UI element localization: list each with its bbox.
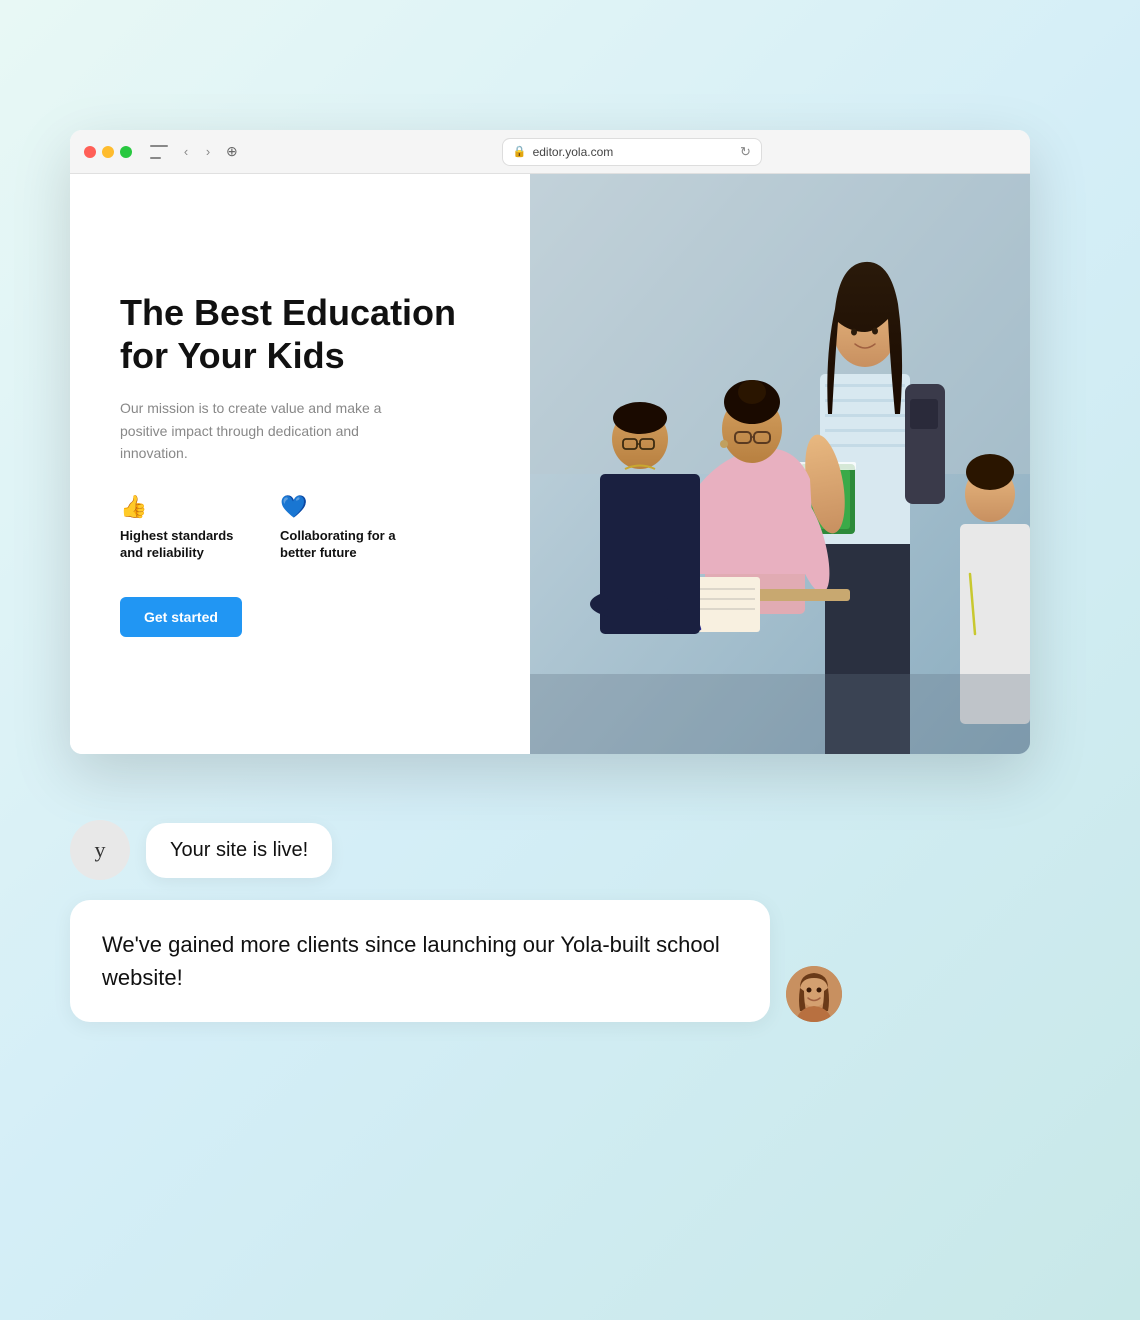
features-row: 👍 Highest standards and reliability 💙 Co… [120,494,480,562]
yola-avatar: y [70,820,130,880]
left-panel: The Best Education for Your Kids Our mis… [70,174,530,754]
chat-message-1-text: Your site is live! [170,839,308,861]
url-text: editor.yola.com [533,145,614,159]
chat-bubble-1: Your site is live! [146,823,332,878]
hero-title: The Best Education for Your Kids [120,291,480,377]
browser-toolbar: ‹ › ⊕ 🔒 editor.yola.com ↻ [70,130,1030,174]
sidebar-toggle-icon[interactable] [150,145,168,159]
chat-message-2-row: We've gained more clients since launchin… [70,900,950,1022]
chat-section: y Your site is live! We've gained more c… [70,820,950,1022]
feature-item-1: 👍 Highest standards and reliability [120,494,240,562]
back-arrow-icon[interactable]: ‹ [178,144,194,160]
maximize-button[interactable] [120,146,132,158]
get-started-button[interactable]: Get started [120,597,242,637]
hero-description: Our mission is to create value and make … [120,397,400,464]
traffic-lights [84,146,132,158]
thumbs-up-icon: 👍 [120,494,240,520]
heart-icon: 💙 [280,494,400,520]
address-bar[interactable]: 🔒 editor.yola.com ↻ [502,138,762,166]
refresh-icon[interactable]: ↻ [740,144,751,160]
forward-arrow-icon[interactable]: › [200,144,216,160]
minimize-button[interactable] [102,146,114,158]
feature2-label: Collaborating for a better future [280,528,400,562]
right-panel [530,174,1030,754]
shield-icon: ⊕ [226,143,238,160]
classroom-image [530,174,1030,754]
chat-message-1: y Your site is live! [70,820,950,880]
feature1-label: Highest standards and reliability [120,528,240,562]
feature-item-2: 💙 Collaborating for a better future [280,494,400,562]
user-avatar [786,966,842,1022]
yola-initial: y [95,837,106,863]
browser-content: The Best Education for Your Kids Our mis… [70,174,1030,754]
browser-window: ‹ › ⊕ 🔒 editor.yola.com ↻ The Best Educa… [70,130,1030,754]
chat-message-2-text: We've gained more clients since launchin… [102,932,720,990]
chat-bubble-2: We've gained more clients since launchin… [70,900,770,1022]
nav-arrows: ‹ › [178,144,216,160]
address-bar-container: 🔒 editor.yola.com ↻ [248,138,1016,166]
lock-icon: 🔒 [513,145,527,158]
close-button[interactable] [84,146,96,158]
